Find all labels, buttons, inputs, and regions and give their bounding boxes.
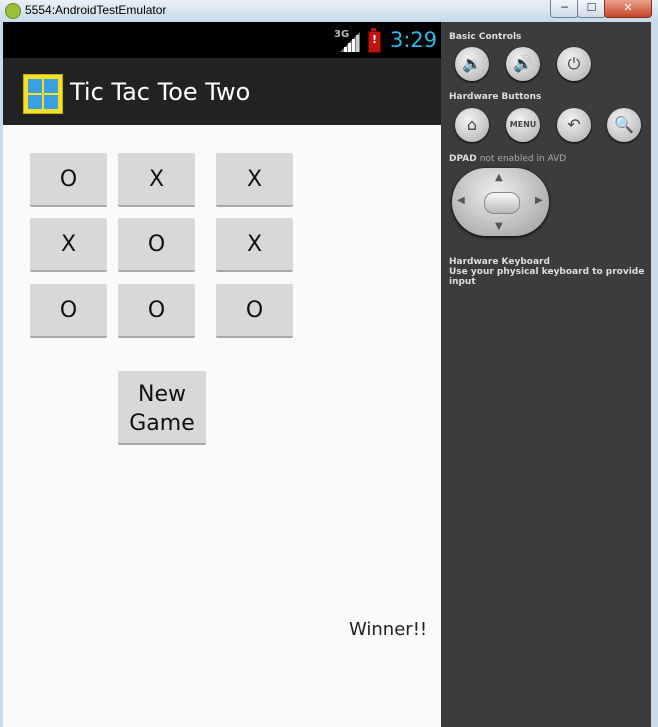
- keyboard-description: Use your physical keyboard to provide in…: [449, 267, 645, 287]
- board-cell-5[interactable]: O: [118, 218, 195, 272]
- back-button[interactable]: ↶: [557, 108, 591, 142]
- volume-up-icon: 🔊: [513, 54, 533, 73]
- battery-warning: !: [371, 33, 378, 46]
- dpad-label: DPAD: [449, 154, 477, 164]
- board-cell-4[interactable]: X: [30, 218, 107, 272]
- window-title: 5554:AndroidTestEmulator: [25, 3, 167, 17]
- dpad-heading: DPAD not enabled in AVD: [449, 154, 566, 164]
- board-cell-7[interactable]: O: [30, 284, 107, 338]
- control-panel: Basic Controls 🔉 🔊 ⏻ Hardware Buttons ⌂ …: [441, 22, 651, 727]
- action-bar: Tic Tac Toe Two: [3, 58, 441, 125]
- close-button[interactable]: ✕: [604, 0, 652, 18]
- minimize-button[interactable]: ─: [550, 0, 579, 18]
- board-cell-1[interactable]: O: [30, 153, 107, 207]
- maximize-button[interactable]: ☐: [577, 0, 606, 18]
- window-frame-right: [651, 22, 658, 727]
- power-icon: ⏻: [567, 54, 581, 73]
- board-cell-9[interactable]: O: [216, 284, 293, 338]
- emulator-screen[interactable]: 3G ! 3:29 Tic Tac Toe Two O X X X O X O …: [3, 22, 441, 727]
- status-clock: 3:29: [390, 28, 438, 52]
- back-icon: ↶: [567, 115, 581, 134]
- new-game-label-line1: New: [138, 382, 186, 407]
- power-button[interactable]: ⏻: [557, 47, 591, 81]
- volume-down-button[interactable]: 🔉: [455, 47, 489, 81]
- signal-icon: [340, 32, 360, 52]
- app-logo-icon[interactable]: [23, 74, 63, 114]
- menu-label: MENU: [509, 120, 537, 129]
- dpad-up-icon[interactable]: ▲: [495, 172, 503, 183]
- dpad-center-button[interactable]: [484, 192, 520, 214]
- volume-down-icon: 🔉: [462, 54, 482, 73]
- board-cell-3[interactable]: X: [216, 153, 293, 207]
- dpad-down-icon[interactable]: ▼: [495, 221, 503, 232]
- new-game-button[interactable]: New Game: [118, 371, 206, 445]
- menu-button[interactable]: MENU: [506, 108, 540, 142]
- basic-controls-heading: Basic Controls: [449, 32, 522, 42]
- dpad-left-icon[interactable]: ◀: [457, 195, 465, 206]
- dpad-right-icon[interactable]: ▶: [535, 195, 543, 206]
- home-button[interactable]: ⌂: [455, 108, 489, 142]
- status-bar: 3G ! 3:29: [3, 22, 441, 58]
- android-icon: [5, 3, 21, 19]
- board-cell-6[interactable]: X: [216, 218, 293, 272]
- board-cell-8[interactable]: O: [118, 284, 195, 338]
- search-button[interactable]: 🔍: [607, 108, 641, 142]
- board-cell-2[interactable]: X: [118, 153, 195, 207]
- app-title: Tic Tac Toe Two: [70, 78, 251, 106]
- volume-up-button[interactable]: 🔊: [506, 47, 540, 81]
- keyboard-title: Hardware Keyboard: [449, 257, 550, 267]
- dpad-control[interactable]: ▲ ▼ ◀ ▶: [452, 168, 549, 236]
- game-content: O X X X O X O O O New Game Winner!!: [3, 125, 441, 727]
- keyboard-hint: Hardware Keyboard Use your physical keyb…: [449, 257, 651, 287]
- home-icon: ⌂: [466, 115, 478, 134]
- search-icon: 🔍: [614, 115, 634, 134]
- new-game-label-line2: Game: [129, 411, 195, 436]
- winner-label: Winner!!: [349, 619, 428, 640]
- window-title-bar[interactable]: 5554:AndroidTestEmulator ─ ☐ ✕: [0, 0, 658, 22]
- hardware-buttons-heading: Hardware Buttons: [449, 92, 542, 102]
- dpad-note: not enabled in AVD: [479, 154, 567, 164]
